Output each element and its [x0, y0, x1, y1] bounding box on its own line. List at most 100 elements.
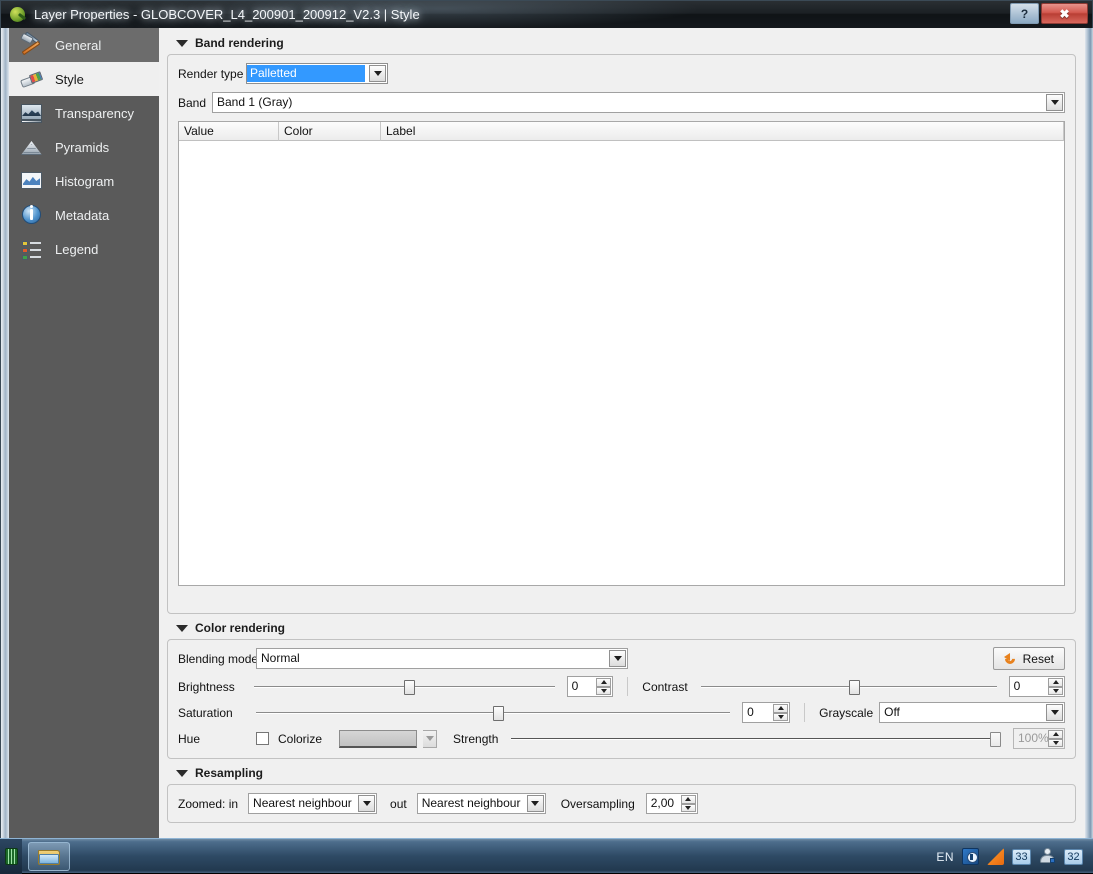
- column-header-color[interactable]: Color: [279, 122, 381, 141]
- brightness-slider[interactable]: [254, 677, 555, 697]
- zoomed-in-combo[interactable]: Nearest neighbour: [248, 793, 377, 814]
- spin-buttons[interactable]: [681, 795, 696, 812]
- zoomed-in-value: Nearest neighbour: [253, 794, 352, 813]
- sidebar-item-style[interactable]: Style: [9, 62, 159, 96]
- chevron-down-icon[interactable]: [527, 795, 544, 812]
- properties-sidebar: General Style Transparency Pyramids: [9, 28, 159, 842]
- chevron-down-icon[interactable]: [1046, 704, 1063, 721]
- resampling-group: Zoomed: in Nearest neighbour out Nearest…: [167, 784, 1076, 823]
- sidebar-item-transparency[interactable]: Transparency: [9, 96, 159, 130]
- sidebar-item-general[interactable]: General: [9, 28, 159, 62]
- band-value: Band 1 (Gray): [217, 93, 292, 112]
- sidebar-item-pyramids[interactable]: Pyramids: [9, 130, 159, 164]
- color-rendering-header[interactable]: Color rendering: [176, 621, 1076, 635]
- transparency-icon: [19, 101, 45, 125]
- sidebar-item-label: Pyramids: [55, 140, 109, 155]
- spin-up-icon[interactable]: [1048, 730, 1063, 739]
- chevron-down-icon[interactable]: [358, 795, 375, 812]
- contrast-label: Contrast: [642, 680, 694, 694]
- blue-disk-icon[interactable]: [962, 848, 979, 865]
- spin-buttons[interactable]: [596, 678, 611, 695]
- contrast-slider[interactable]: [701, 677, 997, 697]
- hue-label: Hue: [178, 732, 250, 746]
- slider-handle[interactable]: [849, 680, 860, 695]
- slider-handle[interactable]: [493, 706, 504, 721]
- spin-buttons[interactable]: [773, 704, 788, 721]
- taskbar-button-explorer[interactable]: [28, 842, 70, 871]
- hammer-wrench-icon: [19, 33, 45, 57]
- window-title: Layer Properties - GLOBCOVER_L4_200901_2…: [34, 6, 420, 23]
- band-rendering-header[interactable]: Band rendering: [176, 36, 1076, 50]
- slider-groove: [511, 738, 1001, 740]
- column-header-value[interactable]: Value: [179, 122, 279, 141]
- chevron-down-icon[interactable]: [369, 65, 386, 82]
- collapse-triangle-icon[interactable]: [176, 40, 188, 47]
- colorize-color-button[interactable]: [339, 730, 417, 748]
- brightness-label: Brightness: [178, 680, 248, 694]
- contrast-spinbox[interactable]: 0: [1009, 676, 1065, 697]
- slider-handle[interactable]: [404, 680, 415, 695]
- spin-down-icon[interactable]: [596, 687, 611, 696]
- sidebar-item-histogram[interactable]: Histogram: [9, 164, 159, 198]
- spin-buttons[interactable]: [1048, 678, 1063, 695]
- chevron-down-icon[interactable]: [1046, 94, 1063, 111]
- spin-up-icon[interactable]: [681, 795, 696, 804]
- help-button[interactable]: ?: [1010, 3, 1039, 24]
- reset-button[interactable]: Reset: [993, 647, 1065, 670]
- orange-swoosh-icon[interactable]: [987, 848, 1004, 865]
- band-combo[interactable]: Band 1 (Gray): [212, 92, 1065, 113]
- divider: [627, 677, 628, 696]
- close-button[interactable]: ✖: [1041, 3, 1088, 24]
- resampling-header[interactable]: Resampling: [176, 766, 1076, 780]
- dialog-titlebar[interactable]: Layer Properties - GLOBCOVER_L4_200901_2…: [1, 1, 1092, 28]
- tray-badge-1[interactable]: 33: [1012, 849, 1031, 865]
- spin-down-icon[interactable]: [1048, 739, 1063, 748]
- sidebar-item-label: General: [55, 38, 101, 53]
- slider-handle[interactable]: [990, 732, 1001, 747]
- system-tray: EN 33 32: [936, 839, 1089, 874]
- strength-slider[interactable]: [511, 729, 1001, 749]
- saturation-spinbox[interactable]: 0: [742, 702, 790, 723]
- render-type-combo[interactable]: Palletted: [246, 63, 388, 84]
- chevron-down-icon[interactable]: [423, 730, 437, 748]
- chevron-down-icon[interactable]: [609, 650, 626, 667]
- color-rendering-title: Color rendering: [195, 621, 285, 635]
- zoomed-out-combo[interactable]: Nearest neighbour: [417, 793, 546, 814]
- palette-table[interactable]: Value Color Label: [178, 121, 1065, 586]
- colorize-checkbox[interactable]: [256, 732, 269, 745]
- strength-spinbox[interactable]: 100%: [1013, 728, 1065, 749]
- brightness-spinbox[interactable]: 0: [567, 676, 614, 697]
- render-type-label: Render type: [178, 67, 240, 81]
- style-panel: Band rendering Render type Palletted Ban…: [159, 28, 1085, 842]
- saturation-slider[interactable]: [256, 703, 730, 723]
- spin-down-icon[interactable]: [773, 713, 788, 722]
- qgis-icon: [10, 7, 26, 23]
- blending-mode-combo[interactable]: Normal: [256, 648, 628, 669]
- color-rendering-group: Blending mode Normal Reset Brightness: [167, 639, 1076, 759]
- spin-up-icon[interactable]: [596, 678, 611, 687]
- sidebar-item-label: Style: [55, 72, 84, 87]
- spin-down-icon[interactable]: [681, 804, 696, 813]
- spin-up-icon[interactable]: [773, 704, 788, 713]
- strength-value: 100%: [1018, 731, 1049, 745]
- folder-explorer-icon: [38, 848, 60, 865]
- sidebar-item-label: Metadata: [55, 208, 109, 223]
- oversampling-spinbox[interactable]: 2,00: [646, 793, 698, 814]
- info-circle-icon: [19, 203, 45, 227]
- band-rendering-group: Render type Palletted Band Band 1 (Gray): [167, 54, 1076, 614]
- sidebar-item-metadata[interactable]: Metadata: [9, 198, 159, 232]
- grayscale-combo[interactable]: Off: [879, 702, 1065, 723]
- grayscale-label: Grayscale: [819, 706, 873, 720]
- column-header-label[interactable]: Label: [381, 122, 1064, 141]
- collapse-triangle-icon[interactable]: [176, 625, 188, 632]
- render-type-value: Palletted: [247, 65, 365, 82]
- collapse-triangle-icon[interactable]: [176, 770, 188, 777]
- person-search-icon[interactable]: [1039, 848, 1056, 865]
- spin-up-icon[interactable]: [1048, 678, 1063, 687]
- start-orb-icon[interactable]: [0, 839, 22, 874]
- tray-badge-2[interactable]: 32: [1064, 849, 1083, 865]
- spin-down-icon[interactable]: [1048, 687, 1063, 696]
- language-indicator[interactable]: EN: [936, 850, 954, 864]
- sidebar-item-legend[interactable]: Legend: [9, 232, 159, 266]
- spin-buttons[interactable]: [1048, 730, 1063, 747]
